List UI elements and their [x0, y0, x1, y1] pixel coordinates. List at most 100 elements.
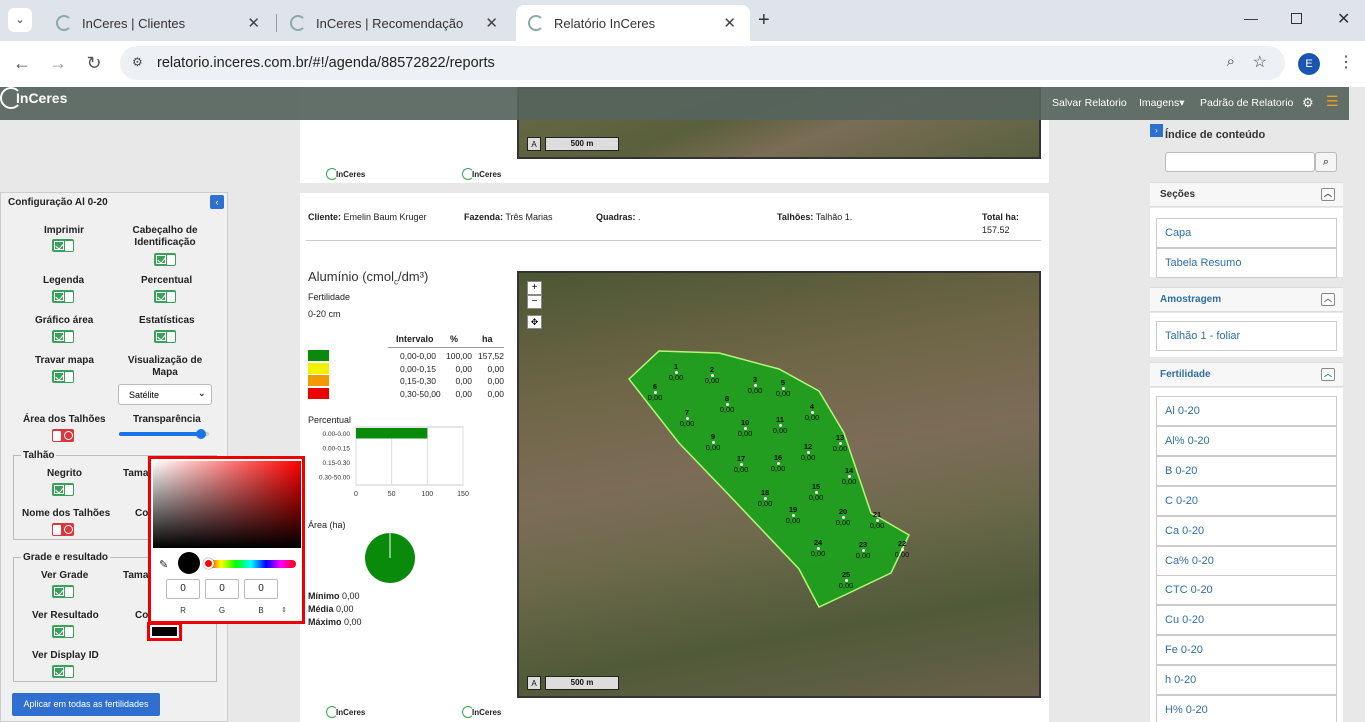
- travar-mapa-toggle[interactable]: [52, 370, 74, 383]
- tab-recomendacao[interactable]: InCeres | Recomendação ✕: [278, 5, 512, 41]
- close-window-icon[interactable]: ✕: [1337, 9, 1350, 29]
- area-talhoes-toggle[interactable]: [52, 429, 74, 442]
- sample-point[interactable]: 13 0,00: [830, 434, 850, 453]
- eyedropper-icon[interactable]: ✎: [159, 558, 168, 571]
- index-item-capa[interactable]: Capa: [1156, 218, 1337, 248]
- sample-point[interactable]: 4 0,00: [802, 403, 822, 422]
- index-item-fertilidade[interactable]: Ca 0-20: [1156, 515, 1337, 546]
- format-toggle-icon[interactable]: ⇕: [281, 606, 287, 614]
- sample-point[interactable]: 20 0,00: [833, 508, 853, 527]
- save-report-menu[interactable]: Salvar Relatorio: [1052, 97, 1127, 109]
- collapse-panel-button[interactable]: ‹: [210, 195, 224, 209]
- nome-talhoes-toggle[interactable]: [52, 523, 74, 536]
- ver-resultado-toggle[interactable]: [52, 625, 74, 638]
- sample-point[interactable]: 6 0,00: [645, 383, 665, 402]
- zoom-icon[interactable]: ⌕: [1227, 53, 1235, 70]
- sample-point[interactable]: 22 0,00: [892, 540, 912, 559]
- index-item-fertilidade[interactable]: Fe 0-20: [1156, 635, 1337, 666]
- expand-panel-button[interactable]: ›: [1150, 124, 1163, 137]
- index-item-fertilidade[interactable]: Ca% 0-20: [1156, 545, 1337, 576]
- sample-point[interactable]: 8 0,00: [717, 395, 737, 414]
- images-menu[interactable]: Imagens▾: [1139, 97, 1185, 109]
- browser-menu-icon[interactable]: ⋮: [1338, 52, 1354, 72]
- index-item-fertilidade[interactable]: CTC 0-20: [1156, 575, 1337, 606]
- apply-all-button[interactable]: Aplicar em todas as fertilidades: [12, 693, 160, 716]
- blue-input[interactable]: 0: [244, 579, 278, 599]
- index-item-fertilidade[interactable]: B 0-20: [1156, 455, 1337, 486]
- sample-point[interactable]: 9 0,00: [703, 433, 723, 452]
- tab-relatorio[interactable]: Relatório InCeres ✕: [516, 5, 750, 41]
- color-swatch-button[interactable]: [147, 622, 182, 641]
- index-item-tabela-resumo[interactable]: Tabela Resumo: [1156, 248, 1337, 278]
- zoom-in-button[interactable]: +: [527, 281, 542, 295]
- sample-point[interactable]: 16 0,00: [768, 454, 788, 473]
- saturation-value-area[interactable]: [153, 461, 301, 548]
- new-tab-button[interactable]: +: [758, 9, 770, 32]
- sample-point[interactable]: 1 0,00: [666, 363, 686, 382]
- close-tab-icon[interactable]: ✕: [723, 14, 736, 32]
- sample-point[interactable]: 7 0,00: [677, 409, 697, 428]
- site-settings-icon[interactable]: ⚙: [132, 55, 143, 69]
- sample-point[interactable]: 21 0,00: [867, 511, 887, 530]
- section-fertilidade[interactable]: Fertilidade ︿: [1150, 362, 1343, 387]
- sample-point[interactable]: 19 0,00: [783, 506, 803, 525]
- restore-icon[interactable]: [1291, 13, 1302, 24]
- tab-search-button[interactable]: ⌄: [8, 8, 32, 32]
- negrito-toggle[interactable]: [52, 483, 74, 496]
- collapse-icon[interactable]: ︿: [1321, 188, 1335, 201]
- map-type-select[interactable]: Satélite ⌄: [118, 384, 212, 405]
- collapse-icon[interactable]: ︿: [1321, 293, 1335, 306]
- url-bar[interactable]: ⚙ relatorio.inceres.com.br/#!/agenda/885…: [120, 46, 1285, 80]
- sample-point[interactable]: 14 0,00: [839, 467, 859, 486]
- collapse-icon[interactable]: ︿: [1321, 368, 1335, 381]
- index-search-input[interactable]: [1165, 152, 1315, 172]
- minimize-icon[interactable]: —: [1244, 10, 1258, 26]
- report-standard-menu[interactable]: Padrão de Relatorio: [1200, 97, 1293, 109]
- index-item-fertilidade[interactable]: C 0-20: [1156, 485, 1337, 516]
- search-button[interactable]: ⌕: [1315, 152, 1337, 172]
- forward-icon[interactable]: →: [47, 53, 69, 74]
- sample-point[interactable]: 18 0,00: [755, 489, 775, 508]
- red-input[interactable]: 0: [166, 579, 200, 599]
- index-item-fertilidade[interactable]: Al 0-20: [1156, 396, 1337, 426]
- close-tab-icon[interactable]: ✕: [485, 14, 498, 32]
- cabecalho-toggle[interactable]: [154, 253, 176, 266]
- bookmark-star-icon[interactable]: ☆: [1253, 52, 1267, 72]
- transparencia-slider[interactable]: [119, 429, 206, 439]
- hue-slider[interactable]: [203, 558, 296, 569]
- back-icon[interactable]: ←: [11, 53, 33, 74]
- sample-point[interactable]: 17 0,00: [731, 455, 751, 474]
- index-item-fertilidade[interactable]: H% 0-20: [1156, 695, 1337, 722]
- tab-clientes[interactable]: InCeres | Clientes ✕: [44, 5, 274, 41]
- ver-display-toggle[interactable]: [52, 665, 74, 678]
- sample-point[interactable]: 25 0,00: [836, 571, 856, 590]
- reload-icon[interactable]: ↻: [83, 53, 105, 74]
- close-tab-icon[interactable]: ✕: [247, 14, 260, 32]
- hue-thumb[interactable]: [203, 558, 214, 569]
- sample-point[interactable]: 3 0,00: [745, 376, 765, 395]
- imprimir-toggle[interactable]: [52, 239, 74, 252]
- sample-point[interactable]: 24 0,00: [808, 539, 828, 558]
- ver-grade-toggle[interactable]: [52, 585, 74, 598]
- slider-thumb[interactable]: [195, 429, 206, 439]
- index-item-fertilidade[interactable]: h 0-20: [1156, 665, 1337, 696]
- grafico-area-toggle[interactable]: [52, 330, 74, 343]
- section-secoes[interactable]: Seções ︿: [1150, 182, 1343, 207]
- settings-gear-icon[interactable]: ⚙: [1302, 95, 1314, 111]
- section-amostragem[interactable]: Amostragem ︿: [1150, 287, 1343, 312]
- estatisticas-toggle[interactable]: [154, 330, 176, 343]
- legenda-toggle[interactable]: [52, 290, 74, 303]
- sample-point[interactable]: 12 0,00: [798, 443, 818, 462]
- sample-point[interactable]: 11 0,00: [770, 416, 790, 435]
- sample-point[interactable]: 2 0,00: [702, 366, 722, 385]
- pan-icon[interactable]: ✥: [527, 315, 542, 329]
- index-item-fertilidade[interactable]: Cu 0-20: [1156, 605, 1337, 636]
- index-item-fertilidade[interactable]: Al% 0-20: [1156, 425, 1337, 456]
- sample-point[interactable]: 23 0,00: [853, 541, 873, 560]
- sample-point[interactable]: 10 0,00: [735, 419, 755, 438]
- sample-point[interactable]: 15 0,00: [806, 483, 826, 502]
- green-input[interactable]: 0: [205, 579, 239, 599]
- percentual-toggle[interactable]: [154, 290, 176, 303]
- profile-avatar[interactable]: E: [1298, 53, 1320, 75]
- zoom-out-button[interactable]: −: [527, 295, 542, 309]
